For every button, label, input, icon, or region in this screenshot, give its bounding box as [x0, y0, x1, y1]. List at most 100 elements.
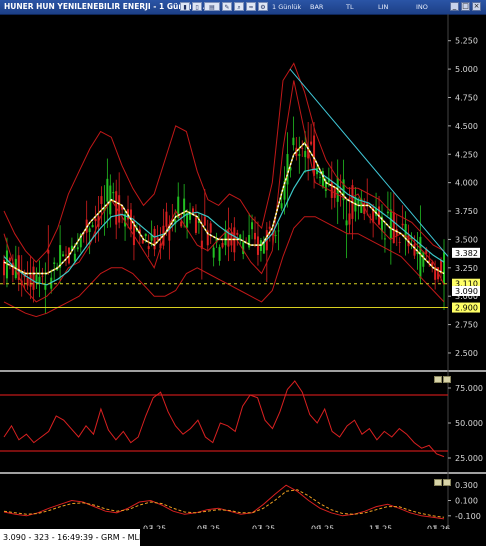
period-selector[interactable]: 1 Günlük: [272, 2, 301, 12]
x-tick-label: 03-25: [143, 525, 166, 529]
candle-body: [32, 266, 35, 290]
candle-body: [248, 234, 251, 248]
y-tick-label: 4.750: [455, 93, 478, 102]
candle-body: [280, 203, 283, 209]
x-tick-label: 11-25: [369, 525, 392, 529]
chart-area[interactable]: 5.250 5.000 4.750 4.500 4.250 4.000 3.750 3.500…: [0, 14, 486, 529]
candle-body: [112, 192, 115, 194]
candle-body: [304, 150, 307, 158]
candle-body: [274, 235, 277, 236]
y-tick-label: 2.750: [455, 321, 478, 330]
candle-body: [310, 141, 313, 145]
candle-body: [254, 232, 257, 240]
candle-body: [422, 251, 425, 267]
candle-body: [298, 154, 301, 156]
candle-body: [194, 217, 197, 233]
candle-body: [8, 257, 11, 262]
candle-body: [236, 232, 239, 235]
candle-body: [62, 254, 65, 257]
candle-body: [76, 247, 79, 250]
candle-body: [144, 233, 147, 237]
tool-button-2[interactable]: ▯: [192, 2, 202, 11]
minimize-button[interactable]: _: [450, 2, 459, 11]
candle-body: [318, 177, 321, 178]
candle-body: [443, 252, 445, 284]
candle-body: [183, 198, 186, 217]
y-tick-label: 25.000: [455, 454, 483, 463]
y-tick-label: 5.250: [455, 37, 478, 46]
candle-body: [203, 216, 206, 226]
y-tick-label: 3.750: [455, 207, 478, 216]
candle-body: [91, 225, 94, 228]
candle-body: [251, 222, 254, 230]
candle-body: [38, 276, 41, 283]
candle-body: [277, 230, 280, 232]
y-tick-label: 2.500: [455, 349, 478, 358]
status-bar: 3.090 - 323 - 16:49:39 - GRM - MLB: [0, 529, 145, 546]
candle-body: [301, 147, 304, 149]
price-label: 2.900: [455, 304, 478, 313]
tool-button-1[interactable]: ▮: [180, 2, 190, 11]
series-macd: [3, 484, 445, 520]
series-dotted-ma: [3, 141, 445, 275]
y-tick-label: 3.500: [455, 235, 478, 244]
macd-panel-button-2[interactable]: [443, 479, 451, 486]
candle-body: [413, 244, 416, 256]
y-tick-label: 4.250: [455, 150, 478, 159]
x-tick-label: 01-26: [427, 525, 450, 529]
y-tick-label: -0.100: [455, 512, 481, 521]
candle-body: [153, 228, 156, 250]
candle-body: [218, 247, 221, 261]
candle-body: [118, 195, 121, 223]
x-tick-label: 09-25: [311, 525, 334, 529]
candle-body: [389, 209, 392, 239]
y-tick-label: 50.000: [455, 419, 483, 428]
candle-body: [348, 213, 351, 225]
y-tick-label: 4.500: [455, 122, 478, 131]
maximize-button[interactable]: □: [461, 2, 470, 11]
candle-body: [47, 250, 50, 254]
draw-tool-button[interactable]: ✎: [222, 2, 232, 11]
x-tick-label: 07-25: [252, 525, 275, 529]
candle-body: [398, 242, 401, 243]
scale-selector[interactable]: LIN: [378, 2, 388, 12]
candle-body: [53, 262, 56, 265]
ino-selector[interactable]: INO: [416, 2, 428, 12]
settings-button[interactable]: ⚙: [258, 2, 268, 11]
series-oscillator: [3, 380, 445, 458]
y-tick-label: 75.000: [455, 384, 483, 393]
bar-type-selector[interactable]: BAR: [310, 2, 323, 12]
candle-body: [386, 211, 389, 214]
tool-button-3[interactable]: ▤: [204, 2, 220, 11]
candle-body: [383, 238, 386, 240]
zoom-button[interactable]: ⌕: [234, 2, 244, 11]
y-tick-label: 4.000: [455, 179, 478, 188]
series-macd-signal: [3, 489, 445, 518]
candle-body: [212, 247, 215, 258]
candle-body: [286, 154, 289, 185]
candle-body: [94, 218, 97, 222]
y-tick-label: 0.300: [455, 481, 478, 490]
indicator-button[interactable]: ≈: [246, 2, 256, 11]
candle-body: [345, 220, 348, 226]
oscillator-panel-button-1[interactable]: [434, 376, 442, 383]
currency-selector[interactable]: TL: [346, 2, 354, 12]
macd-panel-button-1[interactable]: [434, 479, 442, 486]
series-upper-band: [3, 62, 445, 263]
candle-body: [165, 211, 168, 227]
candle-body: [141, 240, 144, 244]
candle-body: [401, 223, 404, 226]
candle-body: [88, 228, 91, 233]
candle-body: [65, 254, 68, 256]
candle-body: [147, 246, 150, 250]
candle-body: [35, 275, 38, 282]
oscillator-panel-button-2[interactable]: [443, 376, 451, 383]
candle-body: [29, 274, 32, 287]
close-button[interactable]: ×: [472, 2, 481, 11]
candle-body: [41, 275, 44, 277]
title-bar: HUNER HUN YENILENEBILIR ENERJI - 1 Günlü…: [0, 0, 486, 15]
x-tick-label: 05-25: [197, 525, 220, 529]
candle-body: [268, 226, 271, 229]
price-label: 3.382: [455, 249, 478, 258]
candle-body: [209, 223, 212, 233]
